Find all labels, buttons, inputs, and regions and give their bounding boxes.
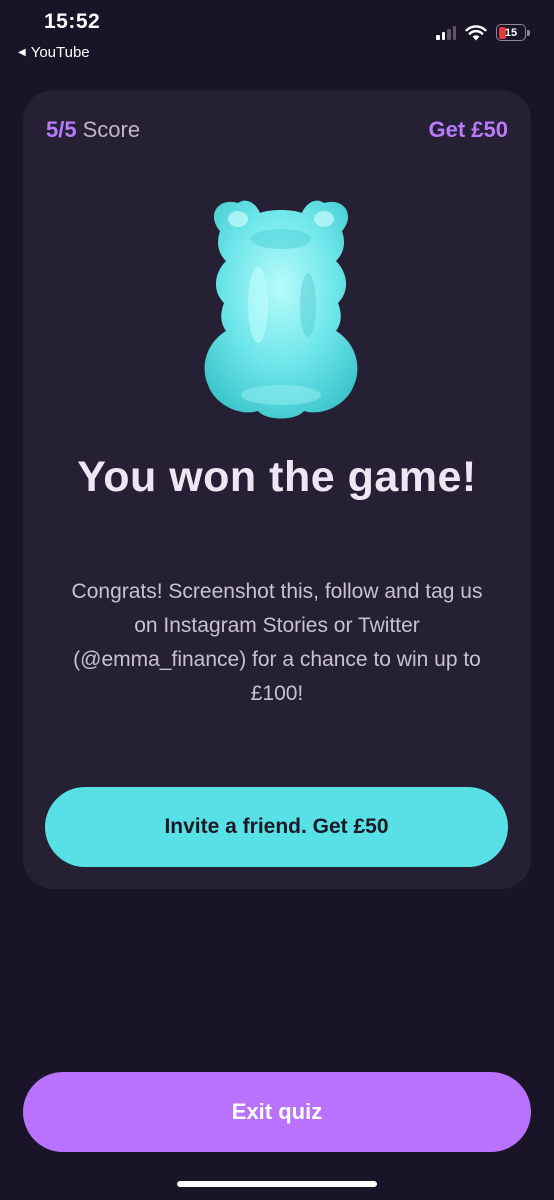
score: 5/5 Score <box>46 117 140 143</box>
score-label: Score <box>82 117 141 142</box>
battery-icon: 15 <box>496 24 530 41</box>
result-card: 5/5 Score Get £50 You won the game! Congr… <box>23 90 531 889</box>
back-triangle-icon: ◀ <box>18 47 26 58</box>
wifi-icon <box>465 24 487 40</box>
back-app-label: YouTube <box>30 44 90 61</box>
invite-friend-button[interactable]: Invite a friend. Get £50 <box>45 787 508 867</box>
cellular-signal-icon <box>436 25 456 40</box>
status-time: 15:52 <box>44 10 101 33</box>
home-indicator[interactable] <box>177 1181 377 1187</box>
headline: You won the game! <box>77 453 477 501</box>
battery-level: 15 <box>504 26 518 39</box>
exit-quiz-button[interactable]: Exit quiz <box>23 1072 531 1152</box>
status-bar: 15:52 ◀ YouTube 15 <box>0 0 554 70</box>
back-to-app-link[interactable]: ◀ YouTube <box>18 44 90 61</box>
get-reward-link[interactable]: Get £50 <box>429 117 509 143</box>
score-value: 5/5 <box>46 117 77 142</box>
status-icons: 15 <box>436 24 530 41</box>
gummy-bear-icon <box>204 200 358 419</box>
congrats-message: Congrats! Screenshot this, follow and ta… <box>71 580 483 705</box>
